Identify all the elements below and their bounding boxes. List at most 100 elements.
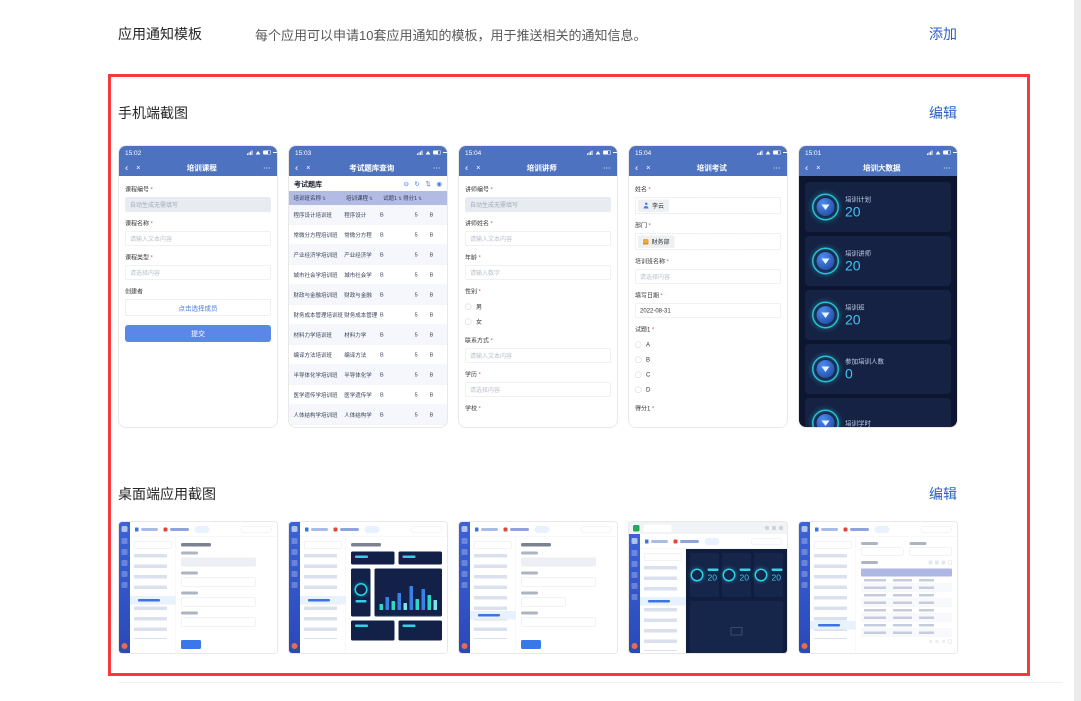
mini-label (181, 552, 198, 555)
desktop-screenshot-1[interactable] (118, 521, 278, 654)
field-label: 得分1* (635, 404, 781, 413)
mini-table-body (861, 577, 952, 637)
cell-class-name: 人体结构学培训班 (289, 411, 343, 419)
cell-question2: B (423, 312, 447, 318)
mobile-screenshot-course-form[interactable]: 15:02 ‹ × 培训课程 ⋯ 课程编号* 自动生成无需填写 课程名称* 请输… (118, 145, 278, 428)
mini-pill (365, 526, 380, 533)
label-text: 课程编号 (125, 186, 149, 193)
chip-text: 李云 (652, 201, 664, 210)
mini-ring-icon (755, 569, 768, 582)
radio-label: 女 (476, 317, 482, 326)
cell-course: 程序设计 (343, 211, 379, 219)
phone-page-title: 培训考试 (659, 162, 765, 173)
stat-orb-inner (817, 360, 835, 378)
mini-bar (386, 597, 390, 610)
table-body: 程序设计培训班 程序设计 B 5 B 常微分方程培训班 常微分方程 B 5 (289, 205, 447, 425)
status-time: 15:04 (635, 149, 651, 157)
mini-tab-icon (334, 527, 338, 531)
required-mark: * (649, 222, 651, 229)
stat-orb-inner (817, 414, 835, 427)
mini-empty-icon (731, 627, 743, 636)
mini-logo (632, 538, 638, 544)
mobile-screenshot-question-bank[interactable]: 15:03 ‹ × 考试题库查询 ⋯ 考试题库 ⊖↻⇅◉ (288, 145, 448, 428)
mini-pagination (861, 640, 952, 644)
stat-card: 培训班 20 (805, 290, 951, 340)
phone-table-page: 考试题库 ⊖↻⇅◉ 培训班名称⇅ 培训课程⇅ 试题1⇅ 得分1⇅ 程序设计培训班 (289, 176, 447, 427)
add-link[interactable]: 添加 (929, 24, 957, 44)
disabled-input: 自动生成无需填写 (125, 197, 271, 212)
mini-bar (380, 604, 384, 610)
radio-icon (635, 386, 642, 393)
mini-top-bar (300, 522, 447, 537)
mini-input (181, 578, 256, 587)
mobile-screenshot-big-data[interactable]: 15:01 ‹ × 培训大数据 ⋯ 培训计划 (798, 145, 958, 428)
cell-question2: B (423, 332, 447, 338)
mobile-screenshot-exam-form[interactable]: 15:04 ‹ × 培训考试 ⋯ 姓名* 李云 部门* 财务部 培训班名称* 请… (628, 145, 788, 428)
mini-table-row (861, 614, 952, 622)
mini-bar (392, 601, 396, 610)
field-label: 课程类型* (125, 253, 271, 262)
stat-orb-icon (812, 248, 839, 275)
field-label: 性别* (465, 287, 611, 296)
cell-score: 5 (398, 292, 422, 298)
required-mark: * (649, 186, 651, 193)
table-header-row: 培训班名称⇅ 培训课程⇅ 试题1⇅ 得分1⇅ (289, 191, 447, 205)
cell-course: 人体结构学 (343, 411, 379, 419)
mini-tab-label (510, 528, 529, 531)
mini-table-page (856, 537, 957, 653)
phone-page-title: 考试题库查询 (319, 162, 425, 173)
cell-course: 常微分方程 (343, 231, 379, 239)
scrollbar-track[interactable] (1074, 0, 1081, 701)
cell-question2: B (423, 352, 447, 358)
person-picker: 李云 (635, 197, 781, 214)
status-icons (757, 150, 781, 155)
mini-selected-item (640, 597, 686, 606)
cell-course: 财政与金融 (343, 291, 379, 299)
table-row: 产业经济学培训班 产业经济学 B 5 B (289, 245, 447, 265)
cell-question: B (379, 232, 398, 238)
stat-value: 0 (845, 367, 884, 382)
stat-orb-icon (812, 356, 839, 383)
person-icon (643, 203, 649, 209)
desktop-mini-app: 20 20 20 (629, 522, 787, 653)
table-row: 常微分方程培训班 常微分方程 B 5 B (289, 225, 447, 245)
desktop-edit-link[interactable]: 编辑 (929, 484, 957, 504)
mini-tab-icon (305, 527, 309, 531)
radio-option: 男 (465, 299, 611, 314)
phone-nav-bar: ‹ × 考试题库查询 ⋯ (289, 159, 447, 176)
text-input: 请输入文本内容 (465, 231, 611, 246)
required-mark: * (661, 292, 663, 299)
desktop-screenshot-2[interactable] (288, 521, 448, 654)
mini-stat-card: 20 (690, 553, 719, 597)
mini-logo (292, 526, 298, 532)
mini-ring-icon (723, 569, 736, 582)
mobile-screenshot-lecturer-form[interactable]: 15:04 ‹ × 培训讲师 ⋯ 讲师编号* 自动生成无需填写 讲师姓名* 请输… (458, 145, 618, 428)
more-icon: ⋯ (263, 163, 271, 172)
mini-bar (398, 593, 402, 610)
desktop-mini-app (119, 522, 277, 653)
status-time: 15:02 (125, 149, 141, 157)
stat-label: 参加培训人数 (845, 356, 884, 366)
chevron-down-icon (822, 420, 830, 426)
label-text: 联系方式 (465, 337, 489, 344)
wifi-icon (766, 151, 771, 155)
mini-input (181, 598, 256, 607)
status-time: 15:03 (295, 149, 311, 157)
stat-label: 培训班 (845, 302, 865, 312)
field-label: 学校* (465, 404, 611, 413)
mobile-edit-link[interactable]: 编辑 (929, 103, 957, 123)
desktop-screenshot-3[interactable] (458, 521, 618, 654)
mini-table-title (861, 561, 878, 564)
mini-form (516, 537, 617, 653)
cell-score: 5 (398, 272, 422, 278)
mini-tab-icon (815, 527, 819, 531)
radio-label: 男 (476, 302, 482, 311)
desktop-screenshot-4[interactable]: 20 20 20 (628, 521, 788, 654)
mini-label (181, 572, 198, 575)
desktop-screenshot-5[interactable] (798, 521, 958, 654)
field-label: 培训班名称* (635, 257, 781, 266)
close-icon: × (476, 163, 480, 172)
field-label: 年龄* (465, 253, 611, 262)
mini-stat-label-bar (772, 568, 783, 571)
mini-select (910, 548, 953, 556)
